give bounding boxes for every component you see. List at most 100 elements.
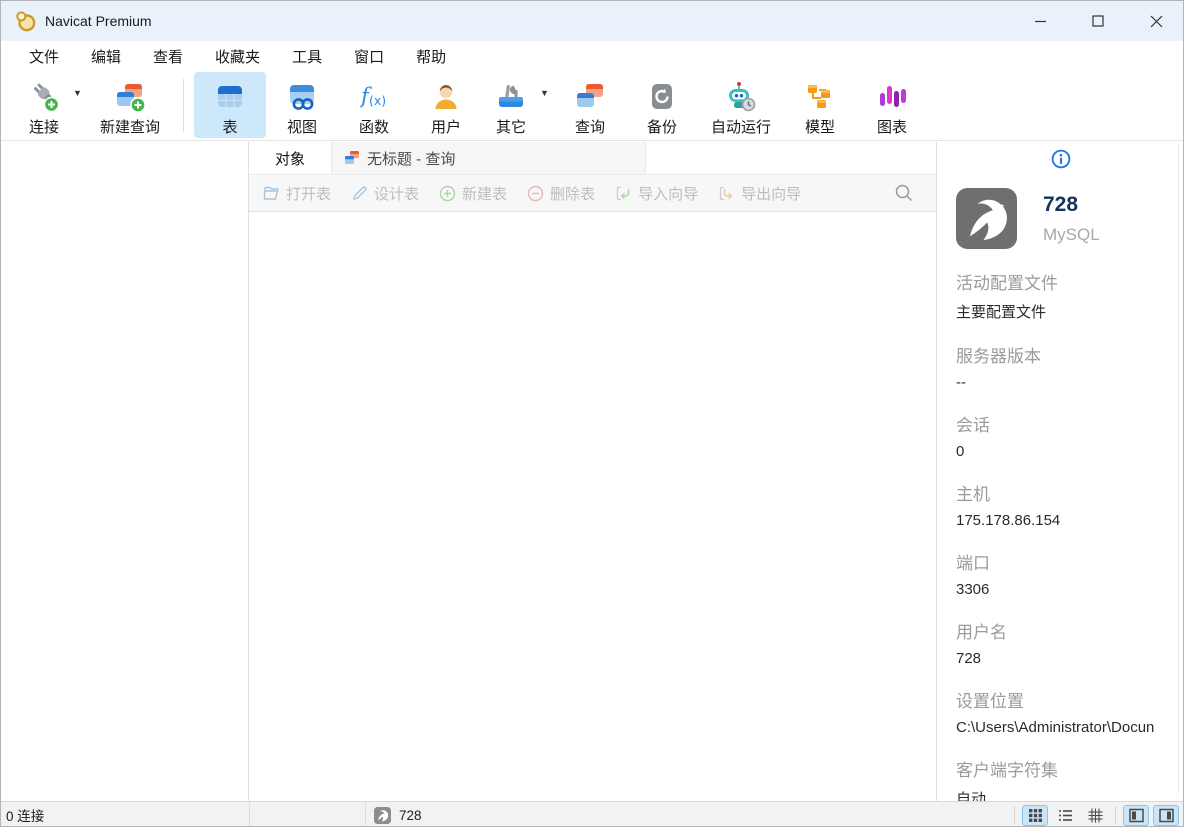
detail-label: 活动配置文件 — [956, 269, 1184, 294]
new-table-icon — [439, 185, 456, 202]
menu-favorites[interactable]: 收藏夹 — [199, 42, 276, 71]
new-table-button[interactable]: 新建表 — [439, 183, 507, 204]
detail-label: 用户名 — [956, 618, 1184, 643]
tables-button[interactable]: 表 — [194, 72, 266, 138]
model-label: 模型 — [805, 116, 835, 137]
model-button[interactable]: 模型 — [784, 72, 856, 138]
tab-untitled-query[interactable]: 无标题 - 查询 — [331, 142, 646, 174]
toolbar-separator — [183, 79, 184, 132]
delete-table-label: 删除表 — [550, 183, 595, 204]
status-bar: 0 连接 728 — [1, 801, 1184, 827]
new-query-button[interactable]: 新建查询 — [87, 72, 173, 138]
grid-view-button[interactable] — [1022, 805, 1048, 826]
search-icon[interactable] — [894, 183, 914, 203]
design-table-button[interactable]: 设计表 — [351, 183, 419, 204]
query-button[interactable]: 查询 — [554, 72, 626, 138]
navicat-logo-icon — [14, 10, 36, 32]
model-icon — [804, 81, 836, 113]
menu-tools[interactable]: 工具 — [276, 42, 338, 71]
menu-view[interactable]: 查看 — [137, 42, 199, 71]
open-table-button[interactable]: 打开表 — [263, 183, 331, 204]
backup-icon — [646, 81, 678, 113]
query-tab-icon — [344, 150, 360, 166]
detail-client-charset: 客户端字符集 自动 — [956, 756, 1184, 801]
functions-label: 函数 — [359, 116, 389, 137]
import-wizard-button[interactable]: 导入向导 — [615, 183, 698, 204]
svg-text:(x): (x) — [369, 93, 386, 108]
table-action-bar: 打开表 设计表 新建表 — [249, 175, 936, 212]
list-view-icon — [1058, 808, 1073, 823]
open-table-icon — [263, 185, 280, 202]
delete-table-button[interactable]: 删除表 — [527, 183, 595, 204]
menu-help[interactable]: 帮助 — [400, 42, 462, 71]
object-type-group: 表 视图 f (x) 函数 — [194, 71, 540, 140]
connection-dropdown-caret[interactable]: ▼ — [73, 83, 87, 103]
query-icon — [574, 81, 606, 113]
navicat-window: Navicat Premium 文件 编辑 查看 收藏夹 工具 窗口 帮助 — [0, 0, 1184, 827]
import-wizard-icon — [615, 185, 632, 202]
status-separator — [1115, 806, 1116, 824]
delete-table-icon — [527, 185, 544, 202]
toggle-right-panel-button[interactable] — [1153, 805, 1179, 826]
others-button[interactable]: 其它 — [482, 72, 540, 138]
panel-right-icon — [1159, 808, 1174, 823]
design-table-icon — [351, 185, 368, 202]
detail-value: 自动 — [956, 788, 1184, 801]
connections-sidebar[interactable] — [1, 142, 249, 801]
detail-value: 3306 — [956, 581, 1184, 598]
export-wizard-button[interactable]: 导出向导 — [718, 183, 801, 204]
function-icon: f (x) — [358, 81, 390, 113]
view-toggles — [1009, 802, 1184, 827]
connection-summary: 728 MySQL — [956, 188, 1184, 249]
tab-objects[interactable]: 对象 — [249, 142, 331, 174]
info-panel: 728 MySQL 活动配置文件 主要配置文件 服务器版本 -- 会话 0 主机… — [936, 142, 1184, 801]
main-toolbar: 连接 ▼ 新建查询 — [1, 71, 1184, 141]
active-connection-name: 728 — [399, 808, 422, 823]
automation-label: 自动运行 — [711, 116, 771, 137]
info-icon[interactable] — [1051, 149, 1071, 169]
others-dropdown-caret[interactable]: ▼ — [540, 83, 554, 103]
detail-view-icon — [1088, 808, 1103, 823]
detail-label: 主机 — [956, 480, 1184, 505]
detail-value: 0 — [956, 443, 1184, 460]
connection-button[interactable]: 连接 — [15, 72, 73, 138]
others-label: 其它 — [496, 116, 526, 137]
menu-edit[interactable]: 编辑 — [75, 42, 137, 71]
close-button[interactable] — [1127, 1, 1184, 41]
detail-view-button[interactable] — [1082, 805, 1108, 826]
titlebar: Navicat Premium — [1, 1, 1184, 41]
users-label: 用户 — [431, 116, 461, 137]
user-icon — [430, 81, 462, 113]
detail-label: 服务器版本 — [956, 342, 1184, 367]
detail-server-version: 服务器版本 -- — [956, 342, 1184, 391]
minimize-button[interactable] — [1011, 1, 1069, 41]
functions-button[interactable]: f (x) 函数 — [338, 72, 410, 138]
db-type: MySQL — [1043, 225, 1100, 245]
menu-window[interactable]: 窗口 — [338, 42, 400, 71]
mysql-logo-icon — [956, 188, 1017, 249]
connection-label: 连接 — [29, 116, 59, 137]
right-panel-divider — [1178, 144, 1179, 793]
mysql-mini-icon — [374, 807, 391, 824]
toggle-left-panel-button[interactable] — [1123, 805, 1149, 826]
automation-button[interactable]: 自动运行 — [698, 72, 784, 138]
charts-button[interactable]: 图表 — [856, 72, 928, 138]
detail-port: 端口 3306 — [956, 549, 1184, 598]
backup-button[interactable]: 备份 — [626, 72, 698, 138]
menu-file[interactable]: 文件 — [13, 42, 75, 71]
others-icon — [495, 81, 527, 113]
detail-label: 客户端字符集 — [956, 756, 1184, 781]
table-icon — [214, 81, 246, 113]
detail-label: 端口 — [956, 549, 1184, 574]
detail-value: -- — [956, 374, 1184, 391]
list-view-button[interactable] — [1052, 805, 1078, 826]
open-table-label: 打开表 — [286, 183, 331, 204]
detail-username: 用户名 728 — [956, 618, 1184, 667]
object-list-area[interactable] — [249, 212, 936, 801]
users-button[interactable]: 用户 — [410, 72, 482, 138]
query-label: 查询 — [575, 116, 605, 137]
charts-label: 图表 — [877, 116, 907, 137]
detail-value: 主要配置文件 — [956, 301, 1184, 322]
views-button[interactable]: 视图 — [266, 72, 338, 138]
maximize-button[interactable] — [1069, 1, 1127, 41]
